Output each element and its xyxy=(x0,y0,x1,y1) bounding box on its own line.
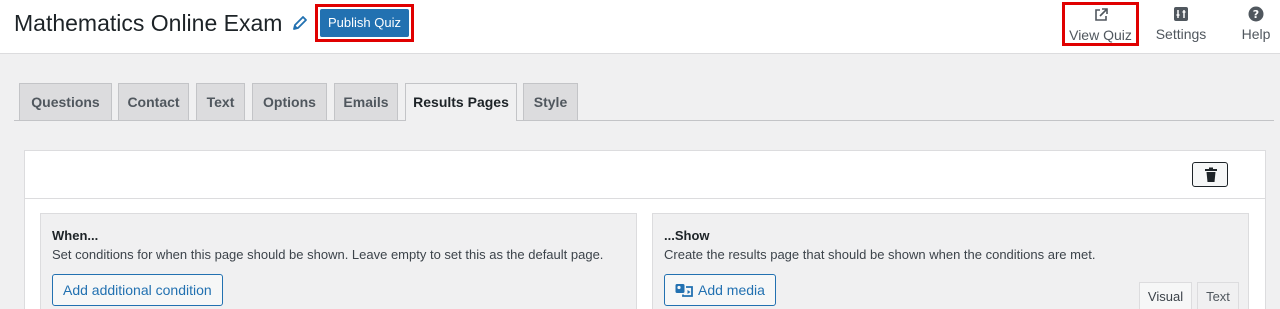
tab-options[interactable]: Options xyxy=(252,83,327,120)
view-quiz-label: View Quiz xyxy=(1069,27,1132,43)
settings-label: Settings xyxy=(1155,26,1207,42)
when-conditions-box: When... Set conditions for when this pag… xyxy=(40,213,637,309)
external-link-icon xyxy=(1093,7,1109,23)
add-media-label: Add media xyxy=(698,282,765,298)
top-bar: Mathematics Online Exam Publish Quiz Vie… xyxy=(0,0,1280,54)
when-description: Set conditions for when this page should… xyxy=(52,247,604,262)
tab-emails[interactable]: Emails xyxy=(334,83,398,120)
tab-visual-editor[interactable]: Visual xyxy=(1139,282,1192,309)
help-button[interactable]: ? Help xyxy=(1236,4,1276,46)
view-quiz-button[interactable]: View Quiz xyxy=(1062,2,1139,46)
tab-questions[interactable]: Questions xyxy=(19,83,112,120)
results-page-header xyxy=(25,151,1265,199)
publish-quiz-highlight: Publish Quiz xyxy=(315,4,414,42)
delete-page-button[interactable] xyxy=(1192,162,1228,187)
add-condition-button[interactable]: Add additional condition xyxy=(52,274,223,306)
media-icon xyxy=(675,284,693,297)
quiz-title: Mathematics Online Exam xyxy=(14,10,283,36)
settings-button[interactable]: Settings xyxy=(1152,4,1210,46)
show-content-box: ...Show Create the results page that sho… xyxy=(652,213,1249,309)
tab-text-editor[interactable]: Text xyxy=(1197,282,1239,309)
tab-results-pages[interactable]: Results Pages xyxy=(405,83,517,121)
svg-text:?: ? xyxy=(1253,8,1259,21)
tab-text[interactable]: Text xyxy=(196,83,245,120)
results-page-panel: When... Set conditions for when this pag… xyxy=(24,150,1266,309)
when-heading: When... xyxy=(52,228,99,243)
show-heading: ...Show xyxy=(664,228,710,243)
pencil-icon[interactable] xyxy=(291,14,309,32)
help-icon: ? xyxy=(1248,6,1264,22)
help-label: Help xyxy=(1241,26,1271,42)
add-media-button[interactable]: Add media xyxy=(664,274,776,306)
tab-contact[interactable]: Contact xyxy=(118,83,189,120)
show-description: Create the results page that should be s… xyxy=(664,247,1096,262)
quiz-tabs: Questions Contact Text Options Emails Re… xyxy=(14,83,1274,121)
tab-style[interactable]: Style xyxy=(523,83,578,120)
publish-quiz-button[interactable]: Publish Quiz xyxy=(320,9,409,37)
trash-icon xyxy=(1205,167,1217,182)
settings-icon xyxy=(1173,6,1189,22)
